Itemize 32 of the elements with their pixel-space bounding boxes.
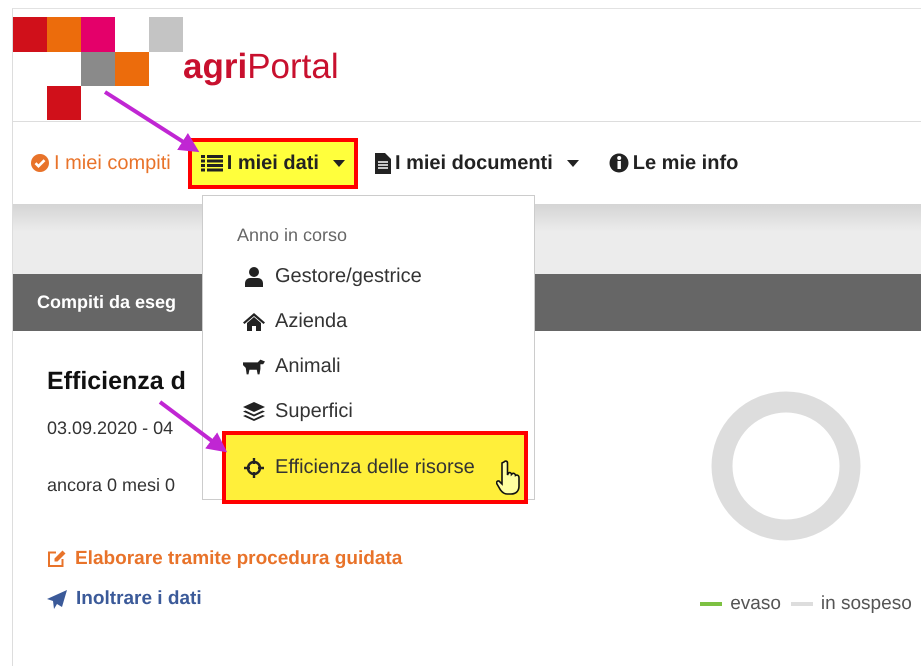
paper-plane-icon [47, 590, 67, 608]
edit-icon [47, 550, 66, 568]
home-icon [243, 312, 265, 330]
task-title: Efficienza d [47, 367, 186, 396]
dropdown-menu-item[interactable]: Superfici [222, 389, 527, 434]
task-dates: 03.09.2020 - 04 [47, 418, 174, 439]
caret-icon [566, 160, 579, 166]
hand-cursor-icon [496, 460, 522, 498]
cow-icon [243, 358, 265, 374]
dropdown-menu-item[interactable]: Gestore/gestrice [222, 254, 527, 299]
info-icon [608, 153, 629, 173]
layers-icon [243, 402, 265, 422]
dropdown-menu-item[interactable]: Efficienza delle risorse [222, 431, 528, 504]
crosshair-icon [243, 458, 265, 478]
document-icon [374, 152, 391, 174]
nav-menu-item[interactable]: Le mie info [596, 138, 752, 188]
remaining-time: ancora 0 mesi 0 [47, 475, 176, 496]
check-circle-icon [30, 153, 50, 173]
dropdown-menu-item[interactable]: Animali [222, 344, 527, 389]
portal-logo-text: agriPortal [183, 49, 339, 84]
person-icon [243, 266, 265, 286]
action-link[interactable]: Inoltrare i dati [47, 588, 681, 610]
menu-heading: Anno in corso [236, 224, 348, 246]
nav-menu-item[interactable]: I miei dati [188, 138, 358, 188]
caret-icon [332, 160, 345, 166]
panel-title: Compiti da eseg [37, 292, 176, 313]
legend-label: in sospeso [820, 593, 912, 615]
legend-label: evaso [730, 593, 781, 615]
dropdown-menu-item[interactable]: Azienda [222, 299, 527, 344]
nav-menu-item[interactable]: I miei documenti [362, 138, 592, 188]
list-icon [200, 154, 223, 172]
logo-icon [13, 17, 183, 120]
